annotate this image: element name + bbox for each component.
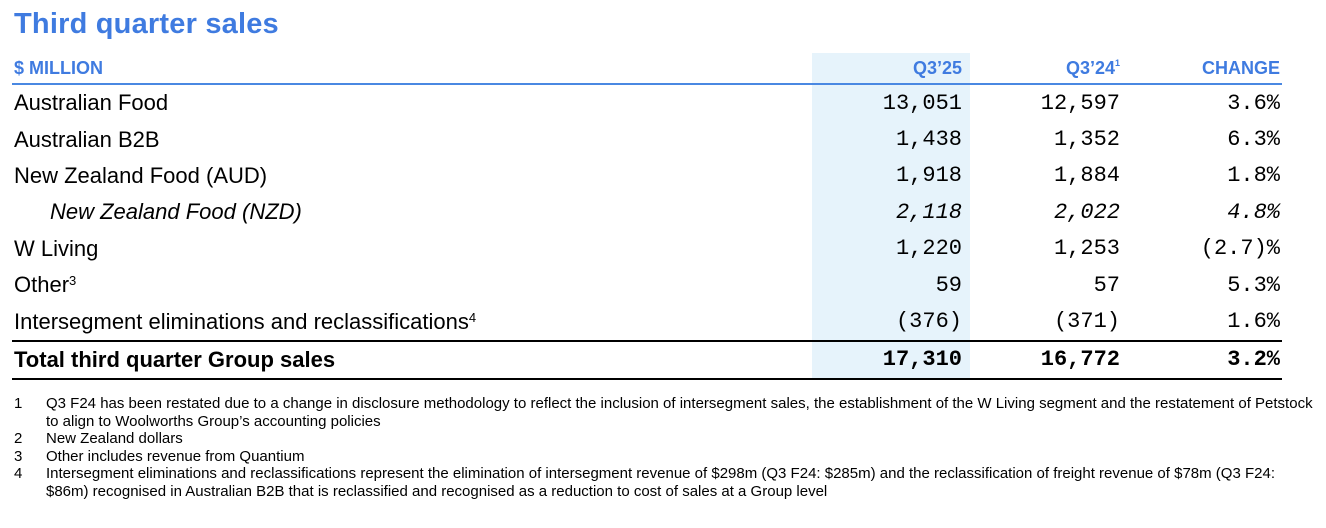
row-change: 5.3% [1227, 272, 1280, 298]
total-q3-24: 16,772 [970, 339, 1128, 381]
footnote-text: Intersegment eliminations and reclassifi… [46, 465, 1275, 500]
table-row: Australian B2B 1,438 1,352 6.3% [12, 121, 1282, 157]
row-footnote: 4 [468, 309, 477, 325]
header-q3-24-label: Q3’24 [1065, 57, 1115, 78]
row-q3-25: 59 [935, 272, 962, 298]
row-q3-25: 1,220 [895, 236, 962, 262]
row-label: New Zealand Food (AUD) [14, 162, 268, 188]
table-row: New Zealand Food (NZD) 2,118 2,022 4.8% [12, 194, 1282, 230]
total-change: 3.2% [1128, 339, 1282, 381]
row-change: 1.8% [1227, 163, 1280, 189]
header-q3-24-footnote: 1 [1114, 57, 1120, 68]
row-q3-24: 57 [1093, 272, 1120, 298]
footnote: 3 Other includes revenue from Quantium [14, 448, 1314, 466]
row-label: Intersegment eliminations and reclassifi… [14, 308, 469, 334]
header-q3-25: Q3’25 [812, 53, 970, 85]
row-q3-24: 1,352 [1053, 127, 1120, 153]
row-label: Other [14, 272, 70, 298]
row-label: New Zealand Food (NZD) [50, 199, 302, 225]
footnote: 1 Q3 F24 has been restated due to a chan… [14, 395, 1314, 430]
table-row: W Living 1,220 1,253 (2.7)% [12, 231, 1282, 267]
total-label: Total third quarter Group sales [12, 339, 812, 381]
header-units: $ MILLION [12, 53, 812, 85]
header-change: CHANGE [1128, 53, 1282, 85]
footnote: 2 New Zealand dollars [14, 430, 1314, 448]
row-change: 6.3% [1227, 127, 1280, 153]
table-row: New Zealand Food (AUD) 1,918 1,884 1.8% [12, 158, 1282, 194]
table-row: Australian Food 13,051 12,597 3.6% [12, 84, 1282, 121]
row-q3-25: (376) [895, 309, 962, 335]
row-q3-25: 13,051 [882, 90, 962, 116]
header-q3-24: Q3’241 [970, 53, 1128, 85]
total-q3-25: 17,310 [812, 339, 970, 381]
row-q3-24: 1,884 [1053, 163, 1120, 189]
row-q3-25: 1,438 [895, 127, 962, 153]
row-label: Australian Food [14, 90, 169, 116]
page-title: Third quarter sales [14, 8, 279, 40]
row-label-cell: Intersegment eliminations and reclassifi… [12, 303, 812, 340]
row-change: 4.8% [1227, 199, 1280, 225]
row-q3-25: 1,918 [895, 163, 962, 189]
row-label-cell: Other3 [12, 267, 812, 303]
row-change: 1.6% [1227, 309, 1280, 335]
row-q3-24: 2,022 [1053, 199, 1120, 225]
footnote-text: Other includes revenue from Quantium [46, 447, 305, 465]
footnotes: 1 Q3 F24 has been restated due to a chan… [14, 395, 1314, 500]
total-row: Total third quarter Group sales 17,310 1… [12, 339, 1282, 381]
row-label: Australian B2B [14, 126, 160, 152]
footnote: 4 Intersegment eliminations and reclassi… [14, 465, 1314, 500]
row-q3-24: 1,253 [1053, 236, 1120, 262]
table-row: Other3 59 57 5.3% [12, 267, 1282, 303]
table-row: Intersegment eliminations and reclassifi… [12, 303, 1282, 340]
sales-table: $ MILLION Q3’25 Q3’241 CHANGE Australian… [12, 53, 1282, 381]
footnote-text: New Zealand dollars [46, 430, 183, 447]
row-change: (2.7)% [1200, 236, 1280, 262]
footnote-number: 2 [14, 430, 23, 447]
row-footnote: 3 [69, 273, 77, 289]
footnote-number: 1 [14, 395, 23, 412]
row-q3-24: 12,597 [1040, 90, 1120, 116]
row-label: W Living [14, 235, 99, 261]
row-change: 3.6% [1227, 90, 1280, 116]
footnote-number: 3 [14, 447, 23, 465]
footnote-number: 4 [14, 465, 23, 482]
table-header-row: $ MILLION Q3’25 Q3’241 CHANGE [12, 53, 1282, 85]
row-q3-25: 2,118 [895, 199, 962, 225]
footnote-text: Q3 F24 has been restated due to a change… [46, 395, 1313, 430]
row-q3-24: (371) [1053, 309, 1120, 335]
